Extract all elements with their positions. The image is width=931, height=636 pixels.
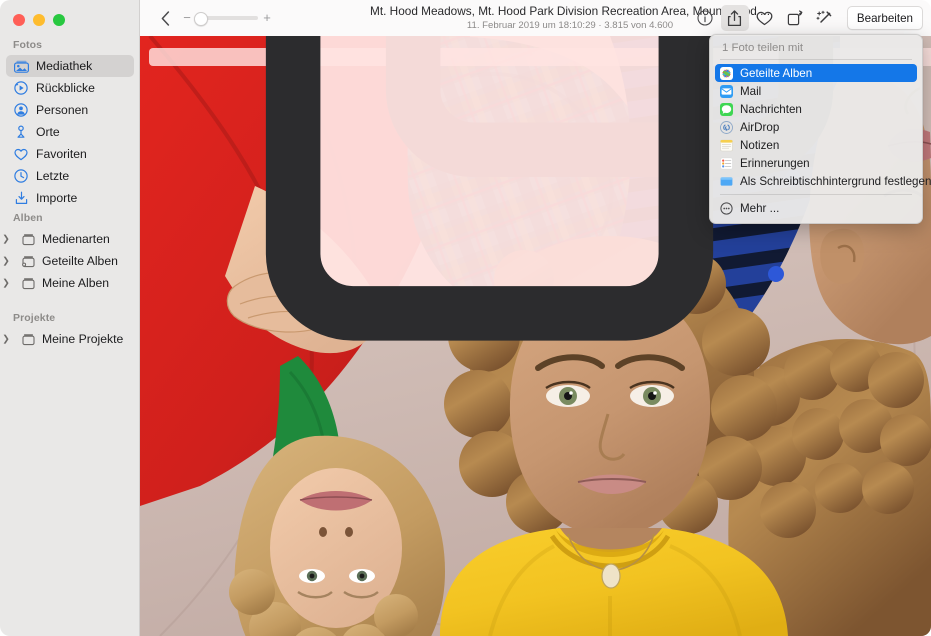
- favorite-button[interactable]: [751, 5, 779, 31]
- people-icon: [13, 102, 29, 118]
- share-button[interactable]: [721, 5, 749, 31]
- chevron-right-icon[interactable]: ❯: [0, 279, 12, 288]
- sidebar-section-projekte-title: Projekte: [0, 312, 140, 324]
- album-icon: [20, 275, 36, 291]
- toolbar-actions: Bearbeiten: [691, 5, 923, 31]
- chevron-right-icon[interactable]: ❯: [0, 235, 12, 244]
- sidebar: Fotos Mediathek: [0, 0, 140, 636]
- minimize-button[interactable]: [33, 14, 45, 26]
- share-item-geteilte-alben[interactable]: Geteilte Alben: [715, 64, 917, 82]
- window-controls: [13, 14, 65, 26]
- sidebar-item-favoriten[interactable]: Favoriten: [6, 143, 134, 165]
- share-popover: 1 Foto teilen mit: [709, 34, 923, 224]
- share-icon: [727, 10, 742, 27]
- sidebar-item-mediathek[interactable]: Mediathek: [6, 55, 134, 77]
- sidebar-item-letzte[interactable]: Letzte: [6, 165, 134, 187]
- memories-icon: [13, 80, 29, 96]
- sidebar-list-projekte: ❯ Meine Projekte: [0, 328, 140, 350]
- sidebar-section-fotos-title: Fotos: [0, 39, 140, 51]
- back-button[interactable]: [154, 7, 176, 29]
- share-item-label: Erinnerungen: [740, 157, 810, 170]
- share-item-mail[interactable]: Mail: [715, 82, 917, 100]
- popover-divider-top: [720, 59, 912, 60]
- share-target-list: Geteilte Alben Mail: [710, 64, 922, 190]
- sidebar-item-label: Letzte: [36, 169, 69, 183]
- sidebar-item-orte[interactable]: Orte: [6, 121, 134, 143]
- sidebar-item-label: Favoriten: [36, 147, 87, 161]
- sidebar-item-personen[interactable]: Personen: [6, 99, 134, 121]
- share-item-nachrichten[interactable]: Nachrichten: [715, 100, 917, 118]
- photos-app-window: Fotos Mediathek: [0, 0, 931, 636]
- sidebar-item-rueckblicke[interactable]: Rückblicke: [6, 77, 134, 99]
- sidebar-item-label: Medienarten: [42, 232, 110, 246]
- share-item-desktop-background[interactable]: Als Schreibtischhintergrund festlegen: [715, 172, 917, 190]
- sidebar-item-meine-projekte[interactable]: ❯ Meine Projekte: [6, 328, 134, 350]
- share-popover-header: 1 Foto teilen mit: [710, 40, 922, 59]
- more-ellipsis-icon: [720, 202, 733, 215]
- rotate-icon: [787, 10, 803, 26]
- edit-button[interactable]: Bearbeiten: [847, 6, 923, 30]
- sidebar-item-label: Meine Alben: [42, 276, 109, 290]
- share-item-notizen[interactable]: Notizen: [715, 136, 917, 154]
- sidebar-item-label: Personen: [36, 103, 88, 117]
- clock-icon: [13, 168, 29, 184]
- share-item-erinnerungen[interactable]: Erinnerungen: [715, 154, 917, 172]
- messages-app-icon: [720, 103, 733, 116]
- rotate-button[interactable]: [781, 5, 809, 31]
- favorite-icon: [756, 11, 773, 26]
- sidebar-item-importe[interactable]: Importe: [6, 187, 134, 209]
- chevron-right-icon[interactable]: ❯: [0, 335, 12, 344]
- sidebar-item-label: Orte: [36, 125, 60, 139]
- sidebar-item-label: Importe: [36, 191, 77, 205]
- sidebar-item-label: Meine Projekte: [42, 332, 123, 346]
- places-icon: [13, 124, 29, 140]
- share-item-label: Geteilte Alben: [740, 67, 812, 80]
- sidebar-item-label: Rückblicke: [36, 81, 95, 95]
- chevron-left-icon: [161, 11, 170, 26]
- share-item-label: Als Schreibtischhintergrund festlegen: [740, 175, 931, 188]
- share-item-label: Mehr ...: [740, 202, 779, 215]
- sidebar-item-meine-alben[interactable]: ❯ Meine Alben: [6, 272, 134, 294]
- share-item-mehr[interactable]: Mehr ...: [715, 199, 917, 217]
- photos-app-icon: [720, 67, 733, 80]
- import-icon: [13, 190, 29, 206]
- sidebar-item-label: Mediathek: [36, 59, 92, 73]
- toolbar: − + Mt. Hood Meadows, Mt. Hood Park Divi…: [140, 0, 931, 36]
- share-item-label: Notizen: [740, 139, 779, 152]
- share-item-label: AirDrop: [740, 121, 779, 134]
- sidebar-item-medienarten[interactable]: ❯ Medienarten: [6, 228, 134, 250]
- zoom-slider-track[interactable]: [196, 16, 258, 20]
- notes-app-icon: [720, 139, 733, 152]
- edit-button-label: Bearbeiten: [857, 12, 913, 25]
- zoom-out-label[interactable]: −: [180, 11, 194, 25]
- info-button[interactable]: [691, 5, 719, 31]
- sidebar-item-geteilte-alben[interactable]: ❯ Geteilte Alben: [6, 250, 134, 272]
- share-item-airdrop[interactable]: AirDrop: [715, 118, 917, 136]
- info-icon: [697, 10, 713, 26]
- airdrop-icon: [720, 121, 733, 134]
- zoom-in-label[interactable]: +: [260, 11, 274, 25]
- auto-enhance-icon: [816, 10, 833, 26]
- sidebar-item-label: Geteilte Alben: [42, 254, 118, 268]
- album-icon: [20, 231, 36, 247]
- zoom-slider-knob[interactable]: [194, 12, 208, 26]
- zoom-slider-control[interactable]: − +: [180, 11, 274, 25]
- shared-album-icon: [20, 253, 36, 269]
- popover-divider-bottom: [720, 194, 912, 195]
- close-button[interactable]: [13, 14, 25, 26]
- share-item-label: Mail: [740, 85, 761, 98]
- share-item-label: Nachrichten: [740, 103, 802, 116]
- chevron-right-icon[interactable]: ❯: [0, 257, 12, 266]
- maximize-button[interactable]: [53, 14, 65, 26]
- album-icon: [20, 331, 36, 347]
- library-icon: [13, 58, 29, 74]
- desktop-icon: [720, 175, 733, 188]
- auto-enhance-button[interactable]: [811, 5, 839, 31]
- reminders-app-icon: [720, 157, 733, 170]
- heart-icon: [13, 146, 29, 162]
- mail-app-icon: [720, 85, 733, 98]
- sidebar-section-alben-title: Alben: [0, 212, 140, 224]
- sidebar-list-fotos: Mediathek Rückblicke: [0, 55, 140, 209]
- sidebar-list-alben: ❯ Medienarten ❯: [0, 228, 140, 294]
